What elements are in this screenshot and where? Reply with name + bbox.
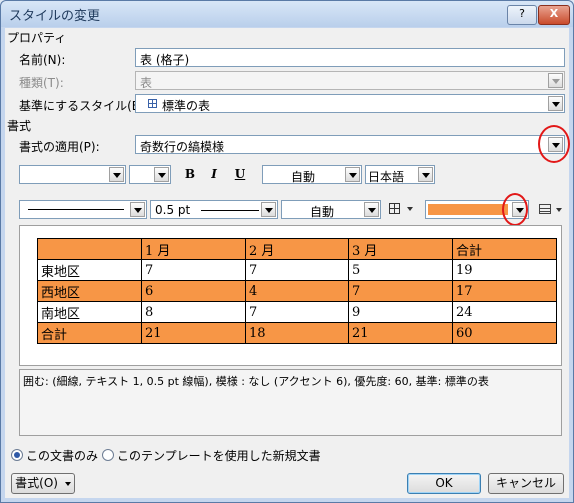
table-cell: 合計 [452,238,557,260]
borders-grid-icon [389,203,400,214]
chevron-down-icon[interactable] [261,202,276,217]
table-cell: 60 [452,322,557,344]
table-cell: 東地区 [37,259,142,281]
radio-this-document-label[interactable]: この文書のみ [26,447,98,464]
table-cell: 7 [141,259,246,281]
table-cell: 9 [348,301,453,323]
name-label: 名前(N): [19,53,66,67]
bold-button[interactable]: B [181,165,199,183]
radio-this-document[interactable] [11,449,23,461]
table-properties-icon [539,204,551,214]
description-text: 囲む: (細線, テキスト 1, 0.5 pt 線幅), 模様 : なし (アク… [23,375,489,388]
table-cell: 西地区 [37,280,142,302]
table-cell: 7 [245,301,349,323]
radio-template[interactable] [102,449,114,461]
highlight-circle [538,125,570,163]
chevron-down-icon [64,481,71,486]
table-cell: 2 月 [245,238,349,260]
table-cell: 南地区 [37,301,142,323]
font-name-select[interactable] [19,165,126,184]
table-row: 1 月 2 月 3 月 合計 [37,238,557,260]
style-description: 囲む: (細線, テキスト 1, 0.5 pt 線幅), 模様 : なし (アク… [19,369,562,436]
title-bar: スタイルの変更 ? X [1,1,573,27]
language-select[interactable]: 日本語 [365,165,435,184]
table-row: 合計 21 18 21 60 [37,322,557,344]
properties-section-label: プロパティ [7,31,67,45]
table-cell: 4 [245,280,349,302]
line-weight-select[interactable]: 0.5 pt [150,200,278,219]
style-preview: 1 月 2 月 3 月 合計 東地区 7 7 5 19 西地区 6 4 7 17… [19,225,562,366]
dialog-body: プロパティ 名前(N): 表 (格子) 種類(T): 表 基準にするスタイル(B… [5,28,570,498]
table-cell: 24 [452,301,557,323]
table-cell: 8 [141,301,246,323]
table-cell: 1 月 [141,238,246,260]
weight-sample [201,210,259,211]
type-label: 種類(T): [19,76,64,90]
radio-template-label[interactable]: このテンプレートを使用した新規文書 [117,447,321,464]
table-style-icon [148,99,157,108]
table-cell: 合計 [37,322,142,344]
table-cell [37,238,142,260]
table-cell: 21 [141,322,246,344]
table-cell: 17 [452,280,557,302]
chevron-down-icon[interactable] [418,167,433,182]
highlight-circle [502,193,528,226]
type-select: 表 [135,71,565,90]
format-menu-label: 書式(O) [15,476,58,490]
line-sample [28,209,124,210]
help-button[interactable]: ? [507,5,537,25]
chevron-down-icon[interactable] [130,202,145,217]
borders-button[interactable] [387,200,421,219]
table-properties-button[interactable] [537,201,565,219]
chevron-down-icon [407,207,413,211]
chevron-down-icon[interactable] [364,202,379,217]
format-menu-button[interactable]: 書式(O) [11,473,75,494]
font-color-select[interactable]: 自動 [262,165,362,184]
apply-to-select[interactable]: 奇数行の縞模様 [135,135,565,154]
format-section-label: 書式 [7,119,32,133]
dialog-title: スタイルの変更 [9,9,101,24]
apply-to-label: 書式の適用(P): [19,140,100,154]
border-color-select[interactable]: 自動 [281,200,381,219]
name-input[interactable]: 表 (格子) [135,48,565,67]
table-row: 南地区 8 7 9 24 [37,301,557,323]
table-cell: 5 [348,259,453,281]
chevron-down-icon[interactable] [345,167,360,182]
table-row: 西地区 6 4 7 17 [37,280,557,302]
font-size-select[interactable] [129,165,171,184]
based-on-label: 基準にするスタイル(B): [19,99,149,113]
table-cell: 3 月 [348,238,453,260]
close-button[interactable]: X [538,5,570,25]
style-dialog: スタイルの変更 ? X プロパティ 名前(N): 表 (格子) 種類(T): 表… [0,0,574,503]
chevron-down-icon[interactable] [154,167,169,182]
table-cell: 7 [348,280,453,302]
italic-button[interactable]: I [205,165,223,183]
table-cell: 18 [245,322,349,344]
chevron-down-icon[interactable] [548,96,563,111]
table-cell: 7 [245,259,349,281]
shading-swatch [428,204,508,215]
table-cell: 21 [348,322,453,344]
chevron-down-icon [556,208,562,212]
chevron-down-icon[interactable] [109,167,124,182]
cancel-button[interactable]: キャンセル [488,473,564,494]
preview-table: 1 月 2 月 3 月 合計 東地区 7 7 5 19 西地区 6 4 7 17… [37,238,557,344]
table-cell: 19 [452,259,557,281]
table-row: 東地区 7 7 5 19 [37,259,557,281]
table-cell: 6 [141,280,246,302]
underline-button[interactable]: U [231,165,249,183]
chevron-down-icon [548,73,563,88]
based-on-select[interactable]: 標準の表 [135,94,565,113]
line-style-select[interactable] [19,200,147,219]
ok-button[interactable]: OK [407,473,481,494]
